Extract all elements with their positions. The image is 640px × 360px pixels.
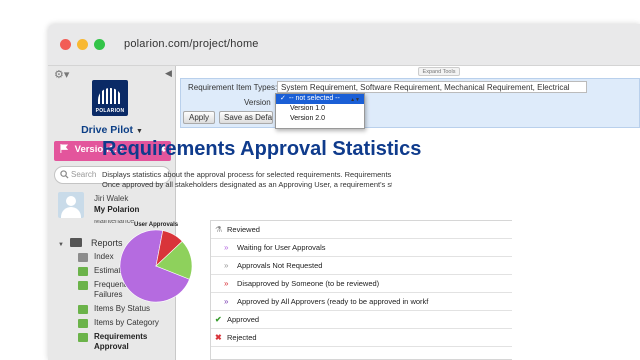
legend-row-rejected[interactable]: ✖ Rejected (211, 329, 512, 347)
sidebar-item-reports[interactable]: ▼ Reports (58, 238, 123, 248)
report-icon (78, 319, 88, 328)
expand-triangle-icon[interactable]: ▼ (58, 242, 64, 248)
report-icon (78, 333, 88, 342)
apply-button[interactable]: Apply (183, 111, 215, 124)
filter-panel: Requirement Item Types: System Requireme… (180, 78, 640, 129)
save-as-default-button[interactable]: Save as Default (219, 111, 273, 124)
legend-row-disapproved[interactable]: » Disapproved by Someone (to be reviewed… (211, 275, 512, 293)
search-placeholder: Search (71, 170, 97, 179)
item-types-label: Requirement Item Types: (188, 83, 278, 92)
page-description: Displays statistics about the approval p… (102, 170, 392, 190)
x-icon: ✖ (215, 333, 222, 342)
check-icon: ✓ (280, 95, 286, 102)
status-legend: ⚗ Reviewed » Waiting for User Approvals … (210, 220, 512, 360)
polarion-logo[interactable]: POLARION (92, 80, 128, 116)
address-bar[interactable]: polarion.com/project/home (124, 38, 259, 50)
check-icon: ✔ (215, 315, 222, 324)
legend-label: Approved by All Approvers (ready to be a… (237, 297, 429, 306)
report-icon (78, 281, 88, 290)
sidebar: ⚙▾ ◀ POLARION Drive Pilot ▼ Version1.0 ✖… (48, 66, 176, 360)
chevron-right-icon: » (224, 279, 229, 288)
description-line: Displays statistics about the approval p… (102, 170, 392, 179)
sidebar-item-label: Items By Status (94, 304, 151, 313)
page-title: Requirements Approval Statistics (102, 138, 422, 160)
sidebar-item-items-by-category[interactable]: Items by Category (78, 318, 176, 328)
version-option[interactable]: Version 2.0 (276, 114, 364, 124)
doc-icon (78, 253, 88, 262)
collapse-sidebar-icon[interactable]: ◀ (165, 68, 172, 79)
maximize-window-button[interactable] (94, 39, 105, 50)
sidebar-item-label: Items by Category (94, 318, 159, 327)
sidebar-item-requirements-approval[interactable]: Requirements Approval (78, 332, 176, 352)
gear-icon[interactable]: ⚙▾ (54, 68, 69, 81)
chevron-right-icon: » (224, 297, 229, 306)
project-selector[interactable]: Drive Pilot ▼ (48, 124, 176, 136)
legend-label: Approved (227, 315, 260, 324)
chevron-right-icon: » (224, 261, 229, 270)
search-icon (60, 170, 69, 179)
description-line: Once approved by all stakeholders design… (102, 180, 392, 189)
browser-titlebar: polarion.com/project/home (48, 24, 640, 66)
version-option[interactable]: Version 1.0 (276, 104, 364, 114)
flag-icon (60, 144, 69, 153)
version-label: Version (244, 98, 271, 107)
close-window-button[interactable] (60, 39, 71, 50)
folder-icon (70, 238, 83, 247)
avatar[interactable] (58, 192, 84, 218)
legend-row-approved-by-all[interactable]: » Approved by All Approvers (ready to be… (211, 293, 512, 311)
project-name: Drive Pilot (81, 124, 134, 136)
sidebar-item-label: Index (94, 252, 114, 261)
legend-row-reviewed[interactable]: ⚗ Reviewed (211, 221, 512, 239)
chevron-down-icon: ▼ (135, 128, 143, 135)
legend-row-waiting[interactable]: » Waiting for User Approvals (211, 239, 512, 257)
legend-label: Disapproved by Someone (to be reviewed) (237, 279, 380, 288)
legend-label: Reviewed (227, 225, 260, 234)
sidebar-item-label: Requirements Approval (94, 332, 148, 351)
user-approvals-pie-chart (119, 229, 193, 303)
expand-tools-button[interactable]: Expand Tools (418, 67, 460, 76)
reviewed-icon: ⚗ (215, 225, 223, 234)
version-dropdown[interactable]: ✓ -- not selected -- ▲▼ Version 1.0 Versi… (275, 93, 365, 129)
legend-row-approved[interactable]: ✔ Approved (211, 311, 512, 329)
legend-row-not-requested[interactable]: » Approvals Not Requested (211, 257, 512, 275)
browser-window: polarion.com/project/home ⚙▾ ◀ POLARION … (48, 24, 640, 360)
chevron-right-icon: » (224, 243, 229, 252)
version-option[interactable]: ✓ -- not selected -- ▲▼ (276, 94, 364, 104)
legend-label: Rejected (227, 333, 257, 342)
report-icon (78, 267, 88, 276)
sidebar-item-items-by-status[interactable]: Items By Status (78, 304, 176, 314)
sidebar-item-maintenance[interactable]: Maintenance (94, 220, 134, 225)
user-name: Jiri Walek (94, 194, 129, 203)
logo-sun-icon (98, 88, 122, 104)
minimize-window-button[interactable] (77, 39, 88, 50)
option-label: -- not selected -- (288, 95, 340, 102)
logo-text: POLARION (95, 108, 125, 114)
legend-label: Approvals Not Requested (237, 261, 323, 270)
item-types-field[interactable]: System Requirement, Software Requirement… (277, 81, 587, 93)
avatar-head-shape (66, 196, 76, 206)
avatar-body-shape (61, 207, 81, 218)
legend-label: Waiting for User Approvals (237, 243, 326, 252)
report-icon (78, 305, 88, 314)
my-polarion-link[interactable]: My Polarion (94, 205, 139, 214)
